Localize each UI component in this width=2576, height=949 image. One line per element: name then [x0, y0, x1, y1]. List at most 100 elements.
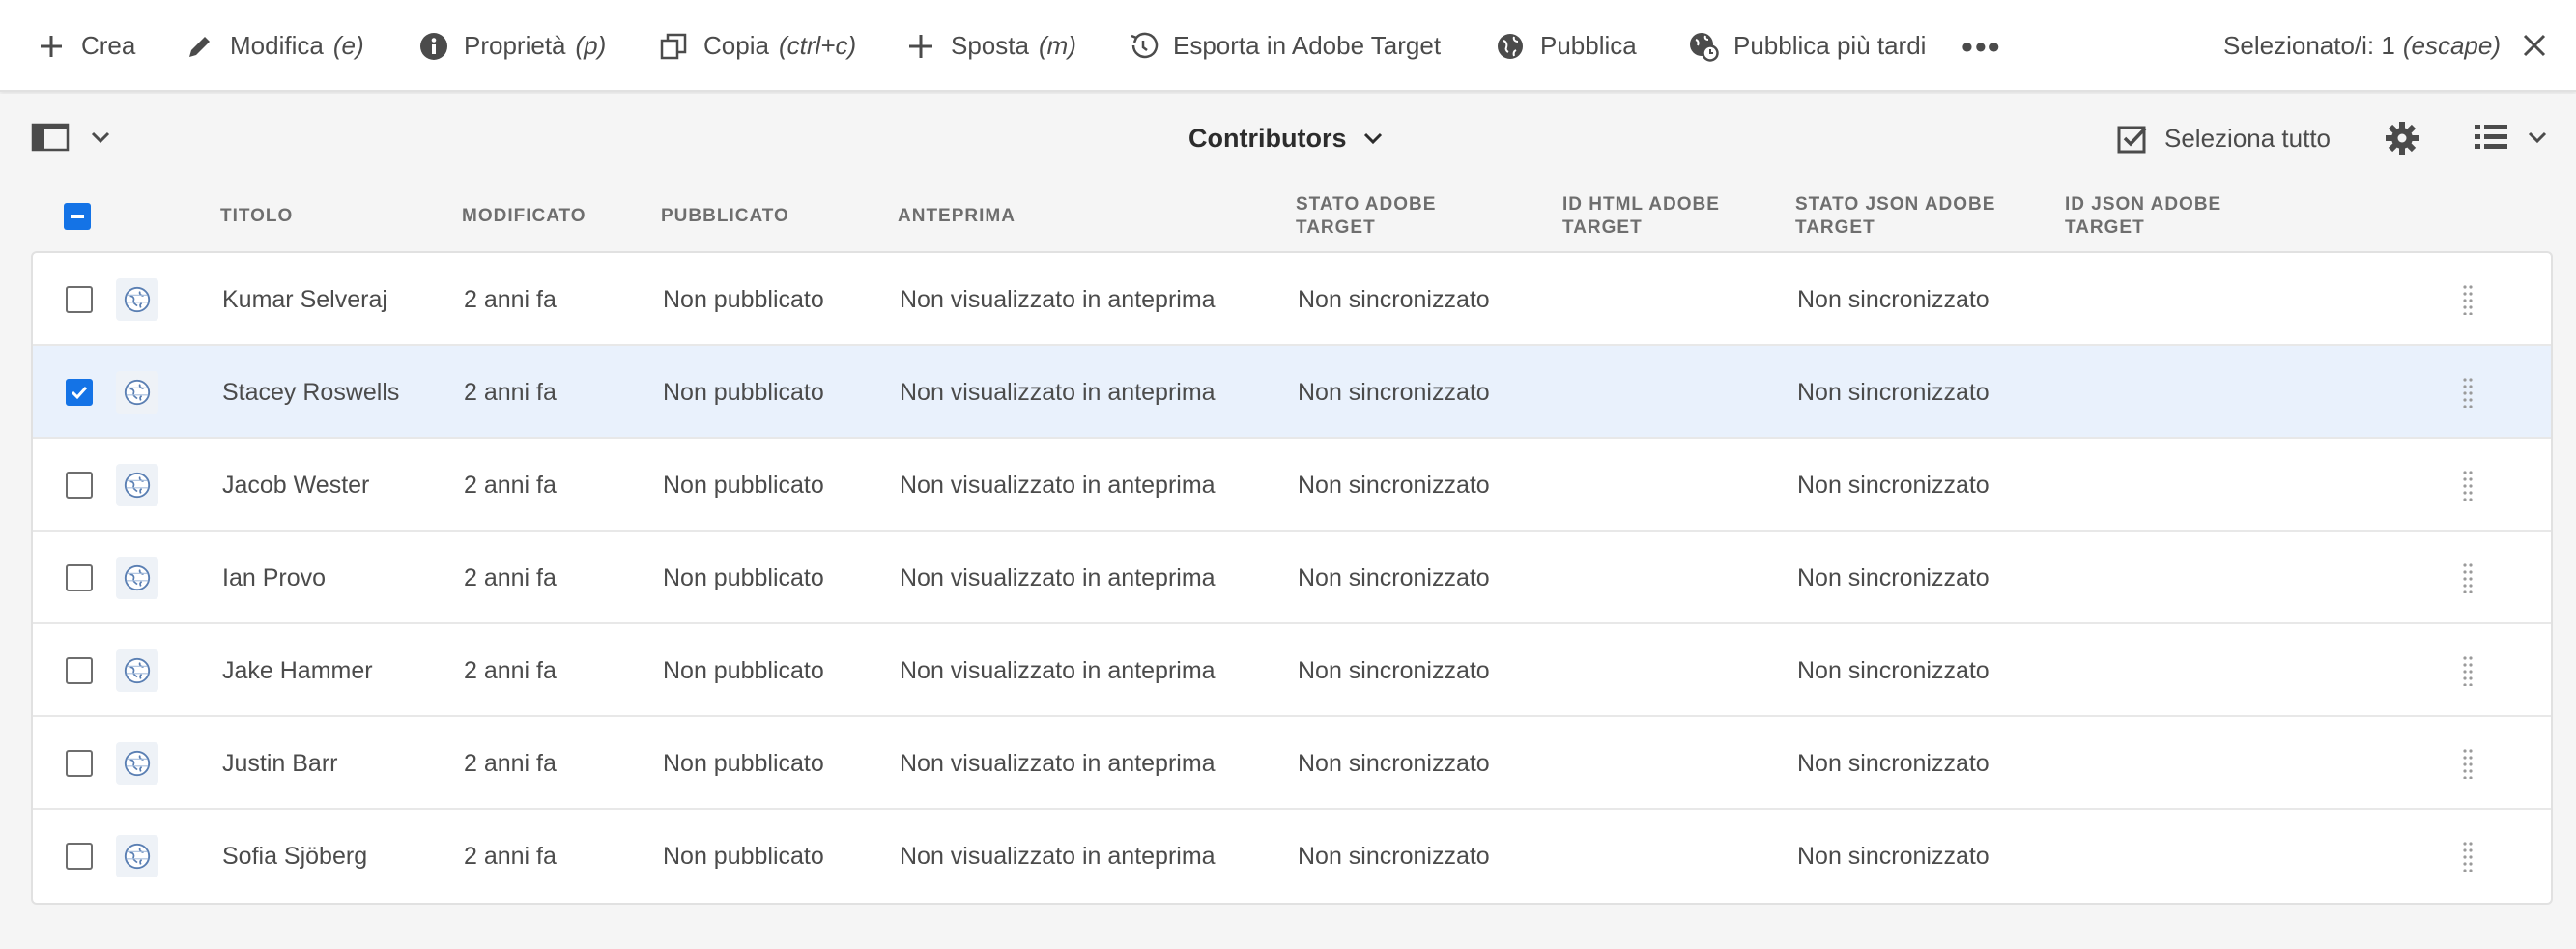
cell-title: Jake Hammer: [222, 656, 373, 684]
view-toolbar: Contributors Seleziona tutto: [0, 94, 2576, 183]
move-button[interactable]: Sposta (m): [904, 0, 1076, 92]
table-row[interactable]: Stacey Roswells 2 anni fa Non pubblicato No…: [33, 346, 2551, 439]
cell-target-json-status: Non sincronizzato: [1797, 842, 1989, 870]
row-checkbox[interactable]: [66, 564, 93, 591]
cell-preview: Non visualizzato in anteprima: [900, 285, 1216, 313]
cell-target-json-status: Non sincronizzato: [1797, 285, 1989, 313]
cell-modified: 2 anni fa: [464, 656, 557, 684]
drag-handle-icon[interactable]: [2462, 470, 2474, 502]
table-row[interactable]: Jacob Wester 2 anni fa Non pubblicato Non v…: [33, 439, 2551, 532]
table-row[interactable]: Ian Provo 2 anni fa Non pubblicato Non visu…: [33, 532, 2551, 624]
move-shortcut: (m): [1038, 31, 1076, 60]
drag-handle-icon[interactable]: [2462, 377, 2474, 409]
cell-published: Non pubblicato: [663, 285, 824, 313]
column-header-target-html-id[interactable]: ID HTML ADOBE TARGET: [1562, 193, 1765, 240]
action-bar: Crea Modifica (e) Proprietà (p) Copia (c…: [0, 0, 2576, 92]
cell-title: Ian Provo: [222, 563, 327, 591]
move-icon: [904, 30, 937, 63]
cell-preview: Non visualizzato in anteprima: [900, 749, 1216, 777]
copy-shortcut: (ctrl+c): [778, 31, 857, 60]
column-header-published[interactable]: PUBBLICATO: [661, 205, 789, 228]
row-checkbox[interactable]: [66, 286, 93, 313]
cell-published: Non pubblicato: [663, 749, 824, 777]
settings-button[interactable]: [2385, 121, 2419, 160]
fragment-thumbnail-icon: [116, 649, 158, 692]
row-checkbox[interactable]: [66, 379, 93, 406]
create-button[interactable]: Crea: [35, 0, 135, 92]
cell-target-json-status: Non sincronizzato: [1797, 656, 1989, 684]
create-label: Crea: [81, 31, 136, 60]
cell-target-status: Non sincronizzato: [1298, 378, 1490, 406]
cell-target-status: Non sincronizzato: [1298, 285, 1490, 313]
fragment-thumbnail-icon: [116, 557, 158, 599]
view-switcher-button[interactable]: [2474, 121, 2549, 154]
table-row[interactable]: Kumar Selveraj 2 anni fa Non pubblicato Non…: [33, 253, 2551, 346]
side-panel-icon: [31, 123, 70, 152]
content-table: Kumar Selveraj 2 anni fa Non pubblicato Non…: [31, 251, 2553, 905]
column-header-preview[interactable]: ANTEPRIMA: [898, 205, 1016, 228]
move-label: Sposta: [951, 31, 1029, 60]
cell-target-json-status: Non sincronizzato: [1797, 563, 1989, 591]
cell-target-status: Non sincronizzato: [1298, 842, 1490, 870]
cell-target-status: Non sincronizzato: [1298, 471, 1490, 499]
properties-label: Proprietà: [464, 31, 566, 60]
cell-preview: Non visualizzato in anteprima: [900, 378, 1216, 406]
column-header-modified[interactable]: MODIFICATO: [462, 205, 587, 228]
edit-shortcut: (e): [332, 31, 364, 60]
close-selection-button[interactable]: [2518, 29, 2551, 62]
publish-button[interactable]: Pubblica: [1494, 0, 1637, 92]
column-header-title[interactable]: TITOLO: [220, 205, 293, 228]
close-icon: [2523, 34, 2546, 57]
edit-label: Modifica: [230, 31, 324, 60]
table-header: TITOLO MODIFICATO PUBBLICATO ANTEPRIMA S…: [0, 184, 2576, 251]
edit-button[interactable]: Modifica (e): [184, 0, 364, 92]
cell-modified: 2 anni fa: [464, 285, 557, 313]
row-checkbox[interactable]: [66, 750, 93, 777]
cell-preview: Non visualizzato in anteprima: [900, 563, 1216, 591]
cell-published: Non pubblicato: [663, 471, 824, 499]
copy-button[interactable]: Copia (ctrl+c): [657, 0, 856, 92]
drag-handle-icon[interactable]: [2462, 562, 2474, 594]
cell-published: Non pubblicato: [663, 656, 824, 684]
table-row[interactable]: Justin Barr 2 anni fa Non pubblicato Non vi…: [33, 717, 2551, 810]
cell-title: Justin Barr: [222, 749, 338, 777]
rail-toggle-button[interactable]: [31, 121, 112, 154]
globe-clock-icon: [1687, 30, 1720, 63]
select-all-button[interactable]: Seleziona tutto: [2116, 94, 2331, 183]
fragment-thumbnail-icon: [116, 742, 158, 785]
view-title-dropdown[interactable]: Contributors: [1188, 94, 1385, 183]
drag-handle-icon[interactable]: [2462, 748, 2474, 780]
drag-handle-icon[interactable]: [2462, 841, 2474, 873]
cell-title: Jacob Wester: [222, 471, 370, 499]
cell-title: Kumar Selveraj: [222, 285, 387, 313]
properties-shortcut: (p): [575, 31, 607, 60]
column-header-target-status[interactable]: STATO ADOBE TARGET: [1296, 193, 1489, 240]
cell-modified: 2 anni fa: [464, 378, 557, 406]
cell-published: Non pubblicato: [663, 378, 824, 406]
row-checkbox[interactable]: [66, 472, 93, 499]
cell-target-json-status: Non sincronizzato: [1797, 378, 1989, 406]
selection-shortcut: (escape): [2402, 31, 2501, 60]
globe-icon: [1494, 30, 1527, 63]
properties-button[interactable]: Proprietà (p): [417, 0, 606, 92]
publish-later-label: Pubblica più tardi: [1733, 31, 1927, 60]
copy-icon: [657, 30, 690, 63]
export-target-button[interactable]: Esporta in Adobe Target: [1127, 0, 1441, 92]
publish-later-button[interactable]: Pubblica più tardi: [1687, 0, 1926, 92]
column-header-target-json-status[interactable]: STATO JSON ADOBE TARGET: [1795, 193, 2037, 240]
cell-title: Stacey Roswells: [222, 378, 400, 406]
fragment-thumbnail-icon: [116, 464, 158, 506]
select-all-icon: [2117, 126, 2147, 154]
column-header-target-json-id[interactable]: ID JSON ADOBE TARGET: [2065, 193, 2268, 240]
cell-target-status: Non sincronizzato: [1298, 656, 1490, 684]
row-checkbox[interactable]: [66, 657, 93, 684]
more-actions-button[interactable]: •••: [1961, 29, 2002, 67]
table-row[interactable]: Sofia Sjöberg 2 anni fa Non pubblicato Non …: [33, 810, 2551, 903]
cell-published: Non pubblicato: [663, 842, 824, 870]
drag-handle-icon[interactable]: [2462, 655, 2474, 687]
drag-handle-icon[interactable]: [2462, 284, 2474, 316]
table-row[interactable]: Jake Hammer 2 anni fa Non pubblicato Non vi…: [33, 624, 2551, 717]
row-checkbox[interactable]: [66, 843, 93, 870]
cell-modified: 2 anni fa: [464, 749, 557, 777]
select-all-checkbox[interactable]: [64, 203, 91, 230]
